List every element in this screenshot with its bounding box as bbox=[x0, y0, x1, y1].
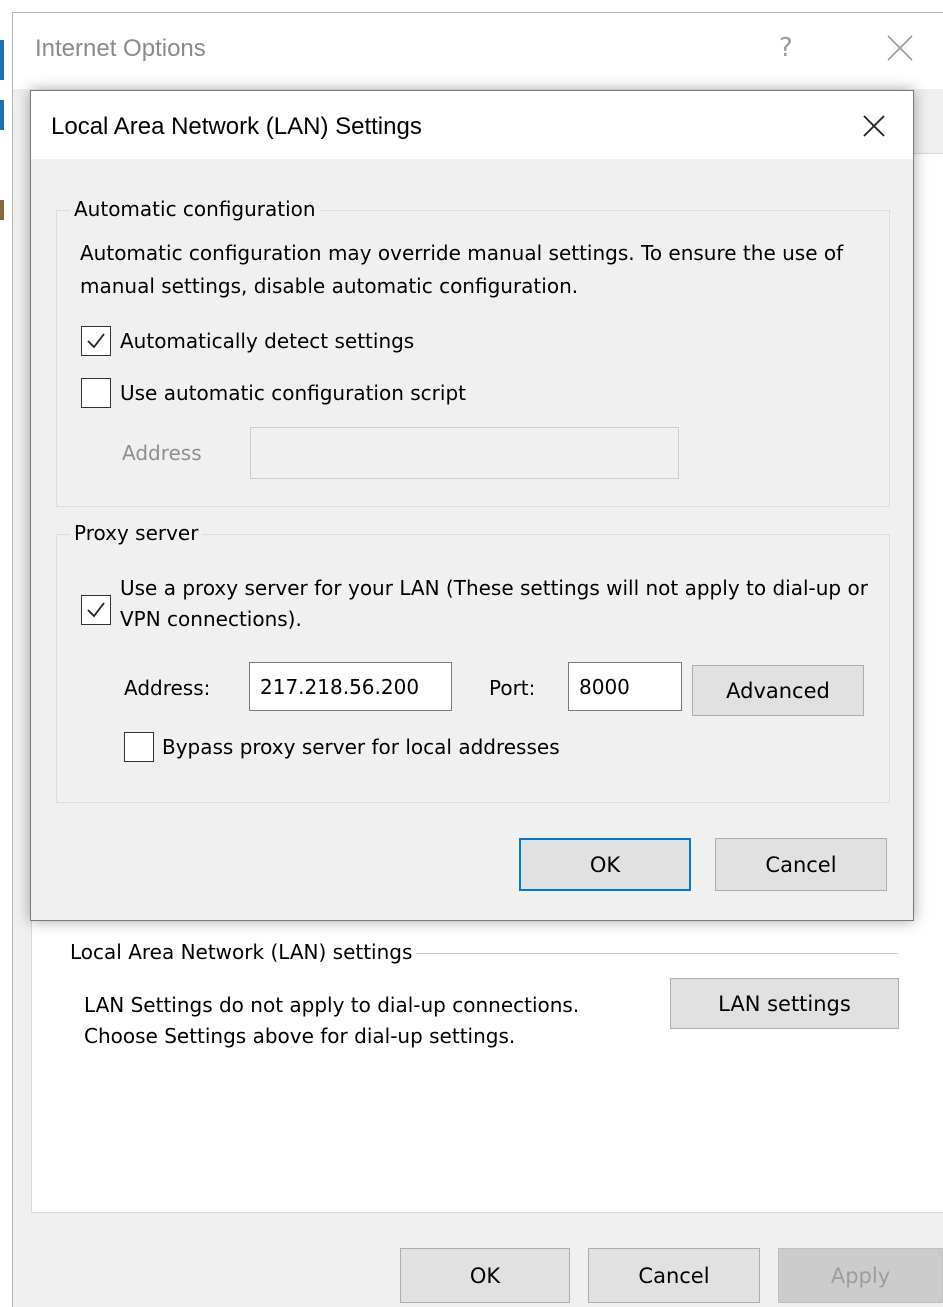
desktop-background bbox=[0, 0, 12, 1307]
parent-apply-button[interactable]: Apply bbox=[778, 1248, 943, 1303]
proxy-port-input[interactable]: 8000 bbox=[568, 662, 682, 711]
proxy-server-label: Proxy server bbox=[70, 521, 203, 545]
help-icon[interactable]: ? bbox=[779, 33, 793, 63]
parent-cancel-button[interactable]: Cancel bbox=[588, 1248, 760, 1303]
bypass-local-label[interactable]: Bypass proxy server for local addresses bbox=[162, 731, 560, 764]
lan-group-title: Local Area Network (LAN) settings bbox=[70, 940, 417, 964]
use-proxy-checkbox[interactable] bbox=[81, 595, 111, 625]
lan-settings-dialog: Local Area Network (LAN) Settings Automa… bbox=[30, 90, 914, 921]
proxy-port-label: Port: bbox=[489, 676, 536, 700]
dialog-title: Local Area Network (LAN) Settings bbox=[51, 113, 422, 140]
use-script-label[interactable]: Use automatic configuration script bbox=[120, 377, 466, 410]
dialog-cancel-button[interactable]: Cancel bbox=[715, 838, 887, 891]
parent-titlebar: Internet Options ? bbox=[13, 13, 943, 89]
use-script-checkbox[interactable] bbox=[81, 378, 111, 408]
script-address-input[interactable] bbox=[250, 427, 679, 479]
automatic-configuration-label: Automatic configuration bbox=[70, 197, 320, 221]
desktop-edge-mark bbox=[0, 100, 4, 130]
script-address-label: Address bbox=[122, 441, 202, 465]
use-proxy-label[interactable]: Use a proxy server for your LAN (These s… bbox=[120, 573, 880, 635]
dialog-close-icon[interactable] bbox=[861, 113, 887, 139]
desktop-edge-mark bbox=[0, 40, 4, 80]
auto-detect-label[interactable]: Automatically detect settings bbox=[120, 325, 414, 358]
parent-window-title: Internet Options bbox=[35, 35, 206, 62]
lan-group-description: LAN Settings do not apply to dial-up con… bbox=[84, 993, 580, 1048]
auto-detect-checkbox[interactable] bbox=[81, 326, 111, 356]
proxy-address-label: Address: bbox=[124, 676, 211, 700]
dialog-ok-button[interactable]: OK bbox=[519, 838, 691, 891]
automatic-configuration-description: Automatic configuration may override man… bbox=[80, 241, 844, 298]
lan-settings-button[interactable]: LAN settings bbox=[670, 978, 899, 1029]
desktop-edge-mark bbox=[0, 200, 4, 220]
dialog-titlebar: Local Area Network (LAN) Settings bbox=[31, 91, 913, 159]
advanced-button[interactable]: Advanced bbox=[692, 665, 864, 716]
bypass-local-checkbox[interactable] bbox=[124, 732, 154, 762]
parent-close-icon[interactable] bbox=[885, 33, 915, 63]
proxy-address-input[interactable]: 217.218.56.200 bbox=[249, 662, 452, 711]
parent-ok-button[interactable]: OK bbox=[400, 1248, 570, 1303]
